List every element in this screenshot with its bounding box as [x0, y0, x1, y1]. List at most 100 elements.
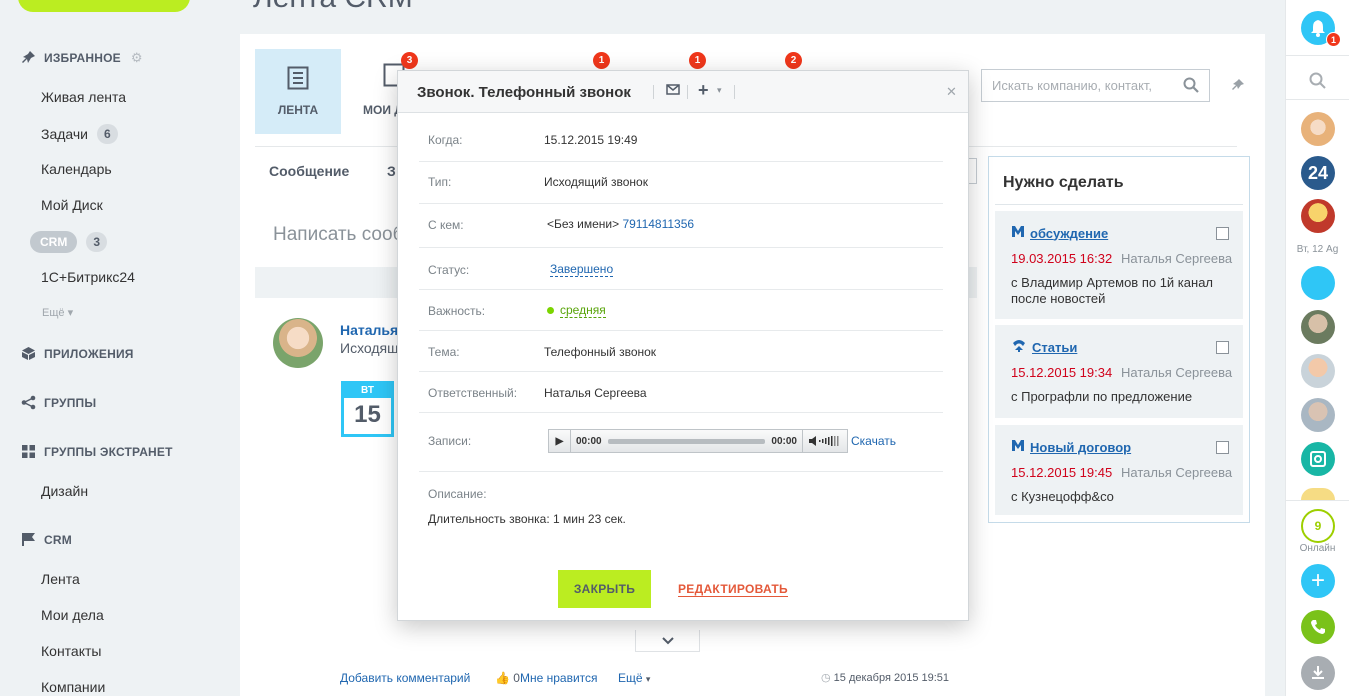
sidebar-item-crm[interactable]: CRM 3 [30, 231, 108, 253]
expand-button[interactable] [635, 630, 700, 652]
page-title: Лента CRM [253, 0, 413, 15]
grid-icon [20, 443, 37, 460]
mail-icon[interactable] [666, 83, 680, 98]
like-link[interactable]: Мне нравится [520, 671, 598, 685]
meeting-icon [1011, 439, 1025, 455]
todo-item-desc: с Владимир Артемов по 1й канал после нов… [1011, 275, 1214, 306]
rail-date: Вт, 12 Ag [1296, 244, 1339, 255]
todo-checkbox[interactable] [1216, 441, 1229, 454]
tab-message[interactable]: Сообщение [269, 163, 349, 179]
search-input[interactable]: Искать компанию, контакт, [981, 69, 1210, 102]
download-link[interactable]: Скачать [851, 434, 896, 448]
pin-icon[interactable] [1231, 78, 1245, 95]
divider [687, 85, 688, 99]
edit-button[interactable]: РЕДАКТИРОВАТЬ [678, 582, 788, 597]
field-value: 15.12.2015 19:49 [544, 133, 638, 147]
audio-time-start: 00:00 [576, 435, 602, 447]
phone-icon[interactable] [1301, 610, 1335, 644]
avatar[interactable] [1301, 488, 1335, 500]
count-badge: 6 [97, 124, 118, 144]
todo-checkbox[interactable] [1216, 227, 1229, 240]
sidebar-item-my-drive[interactable]: Мой Диск [41, 197, 103, 213]
avatar[interactable] [1301, 398, 1335, 432]
sidebar-item-label: Мои дела [41, 607, 104, 623]
sidebar-more-link[interactable]: Ещё ▾ [42, 306, 73, 319]
calendar-day: 15 [354, 401, 381, 428]
tab-task[interactable]: З [387, 163, 396, 179]
audio-player[interactable]: ▶ 00:00 00:00 [548, 429, 848, 453]
divider [1286, 55, 1349, 56]
sidebar-item-my-activities[interactable]: Мои дела [41, 607, 104, 623]
avatar[interactable] [1301, 112, 1335, 146]
download-icon[interactable] [1301, 656, 1335, 690]
field-value: Наталья Сергеева [544, 386, 647, 400]
todo-item[interactable]: Статьи 15.12.2015 19:34 Наталья Сергеева… [995, 325, 1243, 418]
field-row-when: Когда: 15.12.2015 19:49 [419, 113, 943, 162]
gear-icon[interactable]: ⚙ [131, 50, 143, 66]
play-icon[interactable]: ▶ [549, 430, 571, 452]
avatar[interactable] [1301, 199, 1335, 233]
divider [995, 204, 1243, 205]
close-icon[interactable]: ✕ [946, 84, 957, 100]
sidebar-item-label: Мой Диск [41, 197, 103, 213]
sidebar-section-extranet[interactable]: ГРУППЫ ЭКСТРАНЕТ [20, 443, 173, 460]
sidebar-item-crm-feed[interactable]: Лента [41, 571, 80, 587]
audio-seek-bar[interactable] [607, 438, 766, 444]
sidebar-item-label: 1С+Битрикс24 [41, 269, 135, 285]
online-counter[interactable]: 9 [1301, 509, 1335, 543]
sidebar-section-apps[interactable]: ПРИЛОЖЕНИЯ [20, 345, 134, 362]
field-label: Ответственный: [428, 386, 518, 400]
tab-feed[interactable]: ЛЕНТА [255, 49, 341, 134]
avatar[interactable] [1301, 354, 1335, 388]
avatar[interactable] [1301, 266, 1335, 300]
sidebar-item-live-feed[interactable]: Живая лента [41, 89, 126, 105]
todo-checkbox[interactable] [1216, 341, 1229, 354]
sidebar-item-calendar[interactable]: Календарь [41, 161, 112, 177]
pin-icon [20, 49, 37, 66]
post-date: ◷ 15 декабря 2015 19:51 [821, 672, 950, 684]
compose-input[interactable]: Написать сооб [273, 224, 403, 246]
sidebar-item-label: Живая лента [41, 89, 127, 105]
todo-item[interactable]: Новый договор 15.12.2015 19:45 Наталья С… [995, 425, 1243, 515]
plus-icon[interactable]: + [698, 80, 709, 101]
clock-icon: ◷ [821, 672, 831, 684]
sidebar-section-label: ГРУППЫ ЭКСТРАНЕТ [44, 444, 173, 459]
sidebar-section-label: ИЗБРАННОЕ [44, 50, 121, 65]
close-button[interactable]: ЗАКРЫТЬ [558, 570, 651, 608]
contact-phone-link[interactable]: 79114811356 [622, 217, 694, 231]
sidebar-section-favorites[interactable]: ИЗБРАННОЕ ⚙ [20, 49, 143, 66]
sidebar-item-companies[interactable]: Компании [41, 679, 105, 695]
priority-dropdown[interactable]: средняя [560, 303, 606, 318]
todo-title: Нужно сделать [1003, 174, 1124, 191]
bitrix24-logo[interactable]: 24 [1301, 156, 1335, 190]
sidebar-section-groups[interactable]: ГРУППЫ [20, 394, 96, 411]
status-dropdown[interactable]: Завершено [550, 262, 614, 277]
plus-icon[interactable]: + [1301, 564, 1335, 598]
todo-item[interactable]: обсуждение 19.03.2015 16:32 Наталья Серг… [995, 211, 1243, 319]
avatar[interactable] [273, 318, 323, 368]
create-button[interactable] [18, 0, 190, 12]
open-lines-icon[interactable] [1301, 442, 1335, 476]
todo-item-title[interactable]: Новый договор [1011, 439, 1131, 455]
chevron-down-icon[interactable]: ▾ [717, 85, 722, 96]
todo-item-title[interactable]: Статьи [1011, 339, 1077, 356]
notify-badge: 1 [1326, 32, 1341, 47]
sidebar-item-tasks[interactable]: Задачи 6 [41, 124, 118, 144]
search-icon[interactable] [1183, 77, 1199, 96]
field-row-responsible: Ответственный: Наталья Сергеева [419, 372, 943, 413]
sidebar-item-contacts[interactable]: Контакты [41, 643, 101, 659]
tab-badge: 2 [785, 52, 802, 69]
sidebar-item-1c-bitrix24[interactable]: 1С+Битрикс24 [41, 269, 135, 285]
share-icon [20, 394, 37, 411]
avatar[interactable] [1301, 310, 1335, 344]
search-icon[interactable] [1309, 72, 1326, 92]
todo-item-title[interactable]: обсуждение [1011, 225, 1108, 241]
add-comment-link[interactable]: Добавить комментарий [340, 671, 470, 685]
post-more-link[interactable]: Ещё ▾ [618, 671, 650, 685]
post-subtitle: Исходящ [340, 340, 399, 356]
field-value: Телефонный звонок [544, 345, 657, 359]
post-author[interactable]: Наталья [340, 322, 398, 338]
volume-icon[interactable] [802, 430, 847, 452]
sidebar-item-design[interactable]: Дизайн [41, 483, 88, 499]
sidebar-section-crm[interactable]: CRM [20, 531, 72, 548]
